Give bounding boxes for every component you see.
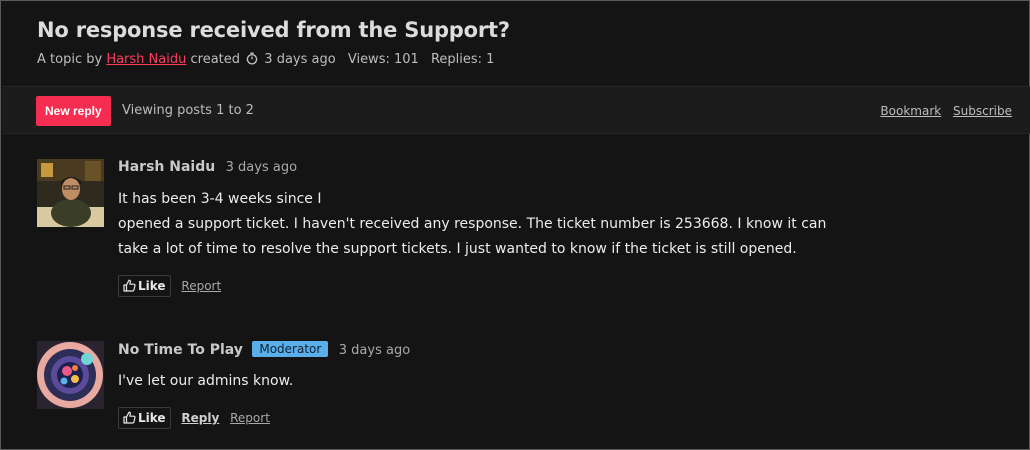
report-link[interactable]: Report — [181, 279, 221, 293]
thumbs-up-icon — [123, 411, 138, 425]
thumbs-up-icon — [123, 279, 138, 293]
replies-count: Replies: 1 — [430, 52, 495, 67]
avatar[interactable] — [37, 159, 104, 227]
post-actions: Like Report — [118, 275, 988, 297]
reply-link[interactable]: Reply — [181, 411, 219, 425]
post-line: opened a support ticket. I haven't recei… — [118, 216, 827, 232]
post-author[interactable]: Harsh Naidu — [118, 159, 215, 175]
post-content: I've let our admins know. — [118, 369, 988, 394]
report-link[interactable]: Report — [230, 411, 270, 425]
created-label: created — [190, 52, 241, 67]
meta-prefix: A topic by — [37, 52, 103, 67]
post-actions: Like Reply Report — [118, 407, 988, 429]
topic-meta: A topic by Harsh Naidu created 3 days ag… — [37, 52, 510, 69]
views-count: Views: 101 — [347, 52, 419, 67]
viewing-posts-text: Viewing posts 1 to 2 — [122, 103, 254, 118]
post-time: 3 days ago — [338, 343, 411, 358]
post-body: Harsh Naidu 3 days ago It has been 3-4 w… — [118, 159, 988, 297]
post-line: I've let our admins know. — [118, 373, 294, 389]
post-header: No Time To Play Moderator 3 days ago — [118, 341, 988, 365]
post-line: take a lot of time to resolve the suppor… — [118, 241, 797, 257]
avatar[interactable] — [37, 341, 104, 409]
topic-author-link[interactable]: Harsh Naidu — [106, 52, 186, 67]
post-header: Harsh Naidu 3 days ago — [118, 159, 988, 183]
bookmark-link[interactable]: Bookmark — [880, 104, 941, 118]
page-title: No response received from the Support? — [37, 18, 510, 42]
like-label: Like — [138, 411, 166, 425]
post-body: No Time To Play Moderator 3 days ago I'v… — [118, 341, 988, 429]
moderator-badge: Moderator — [252, 341, 329, 357]
like-label: Like — [138, 279, 166, 293]
subscribe-link[interactable]: Subscribe — [953, 104, 1012, 118]
like-button[interactable]: Like — [118, 407, 171, 429]
toolbar-links: Bookmark Subscribe — [872, 104, 1012, 118]
created-ago: 3 days ago — [264, 52, 336, 67]
post-line: It has been 3-4 weeks since I — [118, 191, 322, 207]
topic-header: No response received from the Support? A… — [37, 18, 510, 69]
post-content: It has been 3-4 weeks since I opened a s… — [118, 187, 988, 262]
topic-page: No response received from the Support? A… — [0, 0, 1030, 450]
post-author[interactable]: No Time To Play — [118, 342, 243, 358]
post-time: 3 days ago — [225, 160, 298, 175]
new-reply-button[interactable]: New reply — [36, 96, 111, 126]
like-button[interactable]: Like — [118, 275, 171, 297]
stopwatch-icon — [246, 52, 258, 69]
topic-toolbar: New reply Viewing posts 1 to 2 Bookmark … — [2, 86, 1030, 134]
